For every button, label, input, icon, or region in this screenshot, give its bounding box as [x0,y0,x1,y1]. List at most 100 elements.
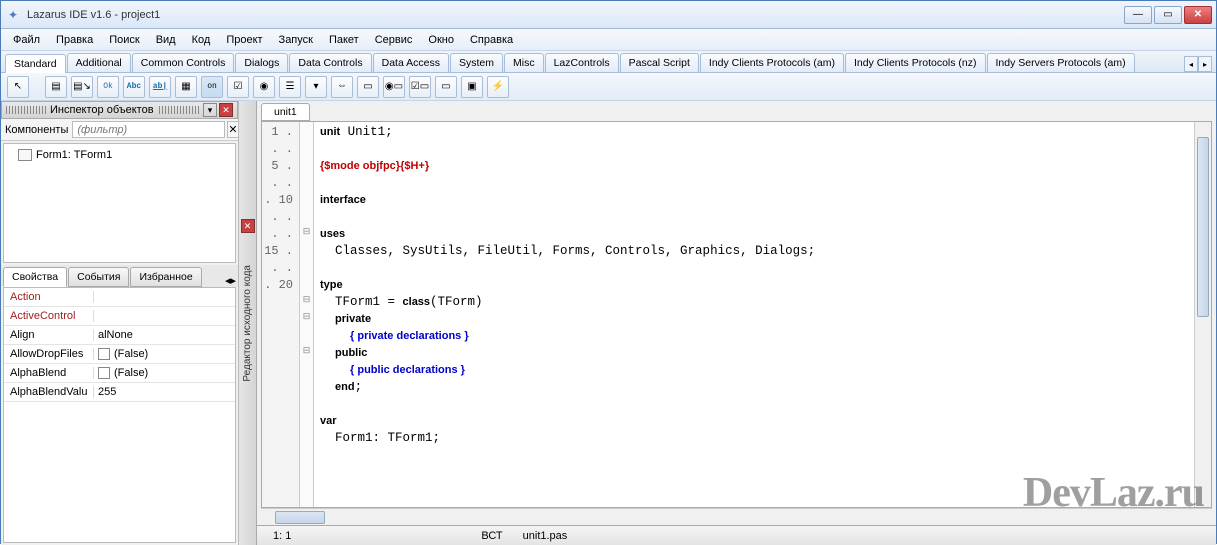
combobox-component[interactable]: ▾ [305,76,327,98]
menu-запуск[interactable]: Запуск [271,32,321,48]
scrollbar-component[interactable]: ⇔ [331,76,353,98]
property-value[interactable]: (False) [94,348,235,360]
label-component[interactable]: Abc [123,76,145,98]
editor-tab-unit1[interactable]: unit1 [261,103,310,121]
edit-component[interactable]: ab| [149,76,171,98]
menu-окно[interactable]: Окно [420,32,462,48]
groupbox-component[interactable]: ▭ [357,76,379,98]
mainmenu-component[interactable]: ▤ [45,76,67,98]
inspector-close-button[interactable]: ✕ [219,103,233,117]
palette-tab[interactable]: Data Access [373,53,449,72]
property-tab[interactable]: События [68,267,129,287]
component-palette-tabs: StandardAdditionalCommon ControlsDialogs… [1,51,1216,73]
app-icon: ✦ [5,7,21,23]
menu-сервис[interactable]: Сервис [367,32,421,48]
togglebox-component[interactable]: on [201,76,223,98]
property-value[interactable]: (False) [94,367,235,379]
cursor-tool[interactable]: ↖ [7,76,29,98]
property-row[interactable]: ActiveControl [4,307,235,326]
palette-tab[interactable]: Indy Clients Protocols (am) [700,53,844,72]
palette-tab[interactable]: Indy Clients Protocols (nz) [845,53,986,72]
palette-tab[interactable]: Common Controls [132,53,235,72]
radiogroup-component[interactable]: ◉▭ [383,76,405,98]
menu-вид[interactable]: Вид [148,32,184,48]
radiobutton-component[interactable]: ◉ [253,76,275,98]
maximize-button[interactable]: ▭ [1154,6,1182,24]
button-component[interactable]: Ok [97,76,119,98]
property-tabs: СвойстваСобытияИзбранное ◂ ▸ [1,265,238,287]
property-row[interactable]: Action [4,288,235,307]
property-name: AllowDropFiles [4,348,94,360]
titlebar[interactable]: ✦ Lazarus IDE v1.6 - project1 — ▭ ✕ [1,1,1216,29]
property-value[interactable]: 255 [94,386,235,398]
tree-item-form1[interactable]: Form1: TForm1 [6,146,233,164]
grip-icon [6,106,46,114]
horizontal-scrollbar[interactable] [261,508,1212,525]
palette-tab[interactable]: LazControls [545,53,619,72]
palette-tab[interactable]: Pascal Script [620,53,699,72]
menu-файл[interactable]: Файл [5,32,48,48]
scrollbar-thumb[interactable] [1197,137,1209,317]
property-value[interactable]: alNone [94,329,235,341]
status-filename: unit1.pas [513,530,578,542]
code-area: 1 . . . 5 . . . . 10 . . . . 15 . . . . … [261,121,1212,508]
property-grid[interactable]: ActionActiveControlAlignalNoneAllowDropF… [3,287,236,543]
palette-tab[interactable]: Dialogs [235,53,288,72]
statusbar: 1: 1 ВСТ unit1.pas [257,525,1216,545]
editor-tabs: unit1 [257,101,1216,121]
checkbox-icon[interactable] [98,348,110,360]
filter-label: Компоненты [5,124,68,136]
checkbox-component[interactable]: ☑ [227,76,249,98]
scrollbar-thumb[interactable] [275,511,325,524]
property-tab[interactable]: Избранное [130,267,201,287]
source-editor-collapsed-panel[interactable]: ✕ Редактор исходного кода [239,101,257,545]
menubar: ФайлПравкаПоискВидКодПроектЗапускПакетСе… [1,29,1216,51]
memo-component[interactable]: ▦ [175,76,197,98]
menu-пакет[interactable]: Пакет [321,32,367,48]
property-row[interactable]: AlphaBlendValu255 [4,383,235,402]
actionlist-component[interactable]: ⚡ [487,76,509,98]
palette-tab[interactable]: Data Controls [289,53,371,72]
form-icon [18,149,32,161]
property-tab[interactable]: Свойства [3,267,67,287]
status-insert-mode: ВСТ [471,530,512,542]
grip-icon [159,106,199,114]
property-name: AlphaBlend [4,367,94,379]
side-close-button[interactable]: ✕ [241,219,255,233]
vertical-scrollbar[interactable] [1194,122,1211,507]
filter-clear-button[interactable]: ✕ [227,121,238,138]
property-row[interactable]: AlignalNone [4,326,235,345]
checkgroup-component[interactable]: ☑▭ [409,76,431,98]
menu-справка[interactable]: Справка [462,32,521,48]
tab-scroll-right[interactable]: ▸ [1198,56,1212,72]
menu-правка[interactable]: Правка [48,32,101,48]
inspector-titlebar[interactable]: Инспектор объектов ▾ ✕ [1,101,238,119]
popupmenu-component[interactable]: ▤↘ [71,76,93,98]
minimize-button[interactable]: — [1124,6,1152,24]
palette-tab[interactable]: System [450,53,503,72]
panel-component[interactable]: ▭ [435,76,457,98]
property-name: Align [4,329,94,341]
component-tree[interactable]: Form1: TForm1 [3,143,236,263]
palette-tab[interactable]: Standard [5,54,66,73]
fold-gutter[interactable]: ⊟ ⊟ ⊟ ⊟ [300,122,314,507]
code-text[interactable]: unit Unit1; {$mode objfpc}{$H+} interfac… [314,122,1194,507]
menu-поиск[interactable]: Поиск [101,32,147,48]
menu-проект[interactable]: Проект [218,32,270,48]
close-button[interactable]: ✕ [1184,6,1212,24]
palette-tab[interactable]: Additional [67,53,131,72]
frame-component[interactable]: ▣ [461,76,483,98]
line-gutter[interactable]: 1 . . . 5 . . . . 10 . . . . 15 . . . . … [262,122,300,507]
proptab-scroll-right[interactable]: ▸ [230,274,236,287]
inspector-min-button[interactable]: ▾ [203,103,217,117]
listbox-component[interactable]: ☰ [279,76,301,98]
palette-tab[interactable]: Indy Servers Protocols (am) [987,53,1135,72]
palette-tab[interactable]: Misc [504,53,544,72]
window-title: Lazarus IDE v1.6 - project1 [27,9,1124,21]
property-row[interactable]: AlphaBlend(False) [4,364,235,383]
property-row[interactable]: AllowDropFiles(False) [4,345,235,364]
menu-код[interactable]: Код [184,32,219,48]
tab-scroll-left[interactable]: ◂ [1184,56,1198,72]
checkbox-icon[interactable] [98,367,110,379]
filter-input[interactable] [72,121,225,138]
